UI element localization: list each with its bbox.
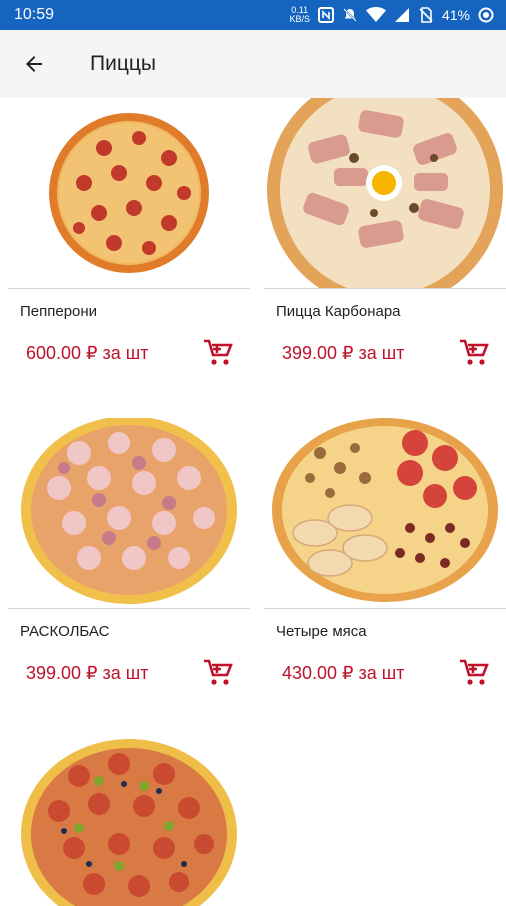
olive-pepperoni-pizza-image [21,739,237,906]
four-meats-pizza-image [272,418,498,602]
price-row: 399.00 ₽ за шт [264,329,506,377]
page-title: Пиццы [90,52,156,75]
price-row: 600.00 ₽ за шт [8,329,250,377]
product-price: 430.00 ₽ за шт [282,662,405,683]
app-bar: Пиццы [0,30,506,98]
net-speed-unit: KB/S [289,14,310,24]
raskolbas-pizza-image [21,418,237,604]
battery-saver-icon [478,7,494,23]
product-card[interactable]: РАСКОЛБАС 399.00 ₽ за шт [8,418,250,697]
product-image[interactable] [264,98,506,288]
price-row: 399.00 ₽ за шт [8,649,250,697]
status-time: 10:59 [14,6,55,23]
product-name[interactable]: Пицца Карбонара [264,289,506,329]
mute-bell-icon [343,8,357,22]
product-card[interactable]: Четыре мяса 430.00 ₽ за шт [264,418,506,697]
back-button[interactable] [6,30,62,98]
product-price: 399.00 ₽ за шт [26,662,149,683]
product-name[interactable]: РАСКОЛБАС [8,609,250,649]
product-name[interactable]: Четыре мяса [264,609,506,649]
product-image[interactable] [264,418,506,608]
product-price: 399.00 ₽ за шт [282,342,405,363]
product-price: 600.00 ₽ за шт [26,342,149,363]
arrow-left-icon [26,56,42,72]
product-image[interactable] [8,98,250,288]
add-to-cart-button[interactable] [198,333,238,373]
wifi-icon [365,7,386,22]
battery-percent: 41% [441,7,470,23]
add-to-cart-button[interactable] [454,653,494,693]
status-bar: 10:59 0.11 KB/S 41% [0,0,506,30]
product-card[interactable] [8,736,250,906]
product-name[interactable]: Пепперони [8,289,250,329]
status-icons: 0.11 KB/S 41% [289,6,494,24]
signal-icon [394,8,409,22]
carbonara-pizza-image [267,98,503,288]
cart-icon [204,339,233,365]
cart-icon [204,659,233,685]
pepperoni-pizza-image [49,113,209,273]
product-image[interactable] [8,418,250,608]
cart-icon [460,659,489,685]
product-card[interactable]: Пицца Карбонара 399.00 ₽ за шт [264,98,506,377]
cart-icon [460,339,489,365]
add-to-cart-button[interactable] [198,653,238,693]
product-image[interactable] [8,736,250,906]
network-speed: 0.11 KB/S [289,6,310,24]
product-card[interactable]: Пепперони 600.00 ₽ за шт [8,98,250,377]
nfc-icon [317,7,334,23]
add-to-cart-button[interactable] [454,333,494,373]
no-sim-icon [419,7,433,23]
price-row: 430.00 ₽ за шт [264,649,506,697]
